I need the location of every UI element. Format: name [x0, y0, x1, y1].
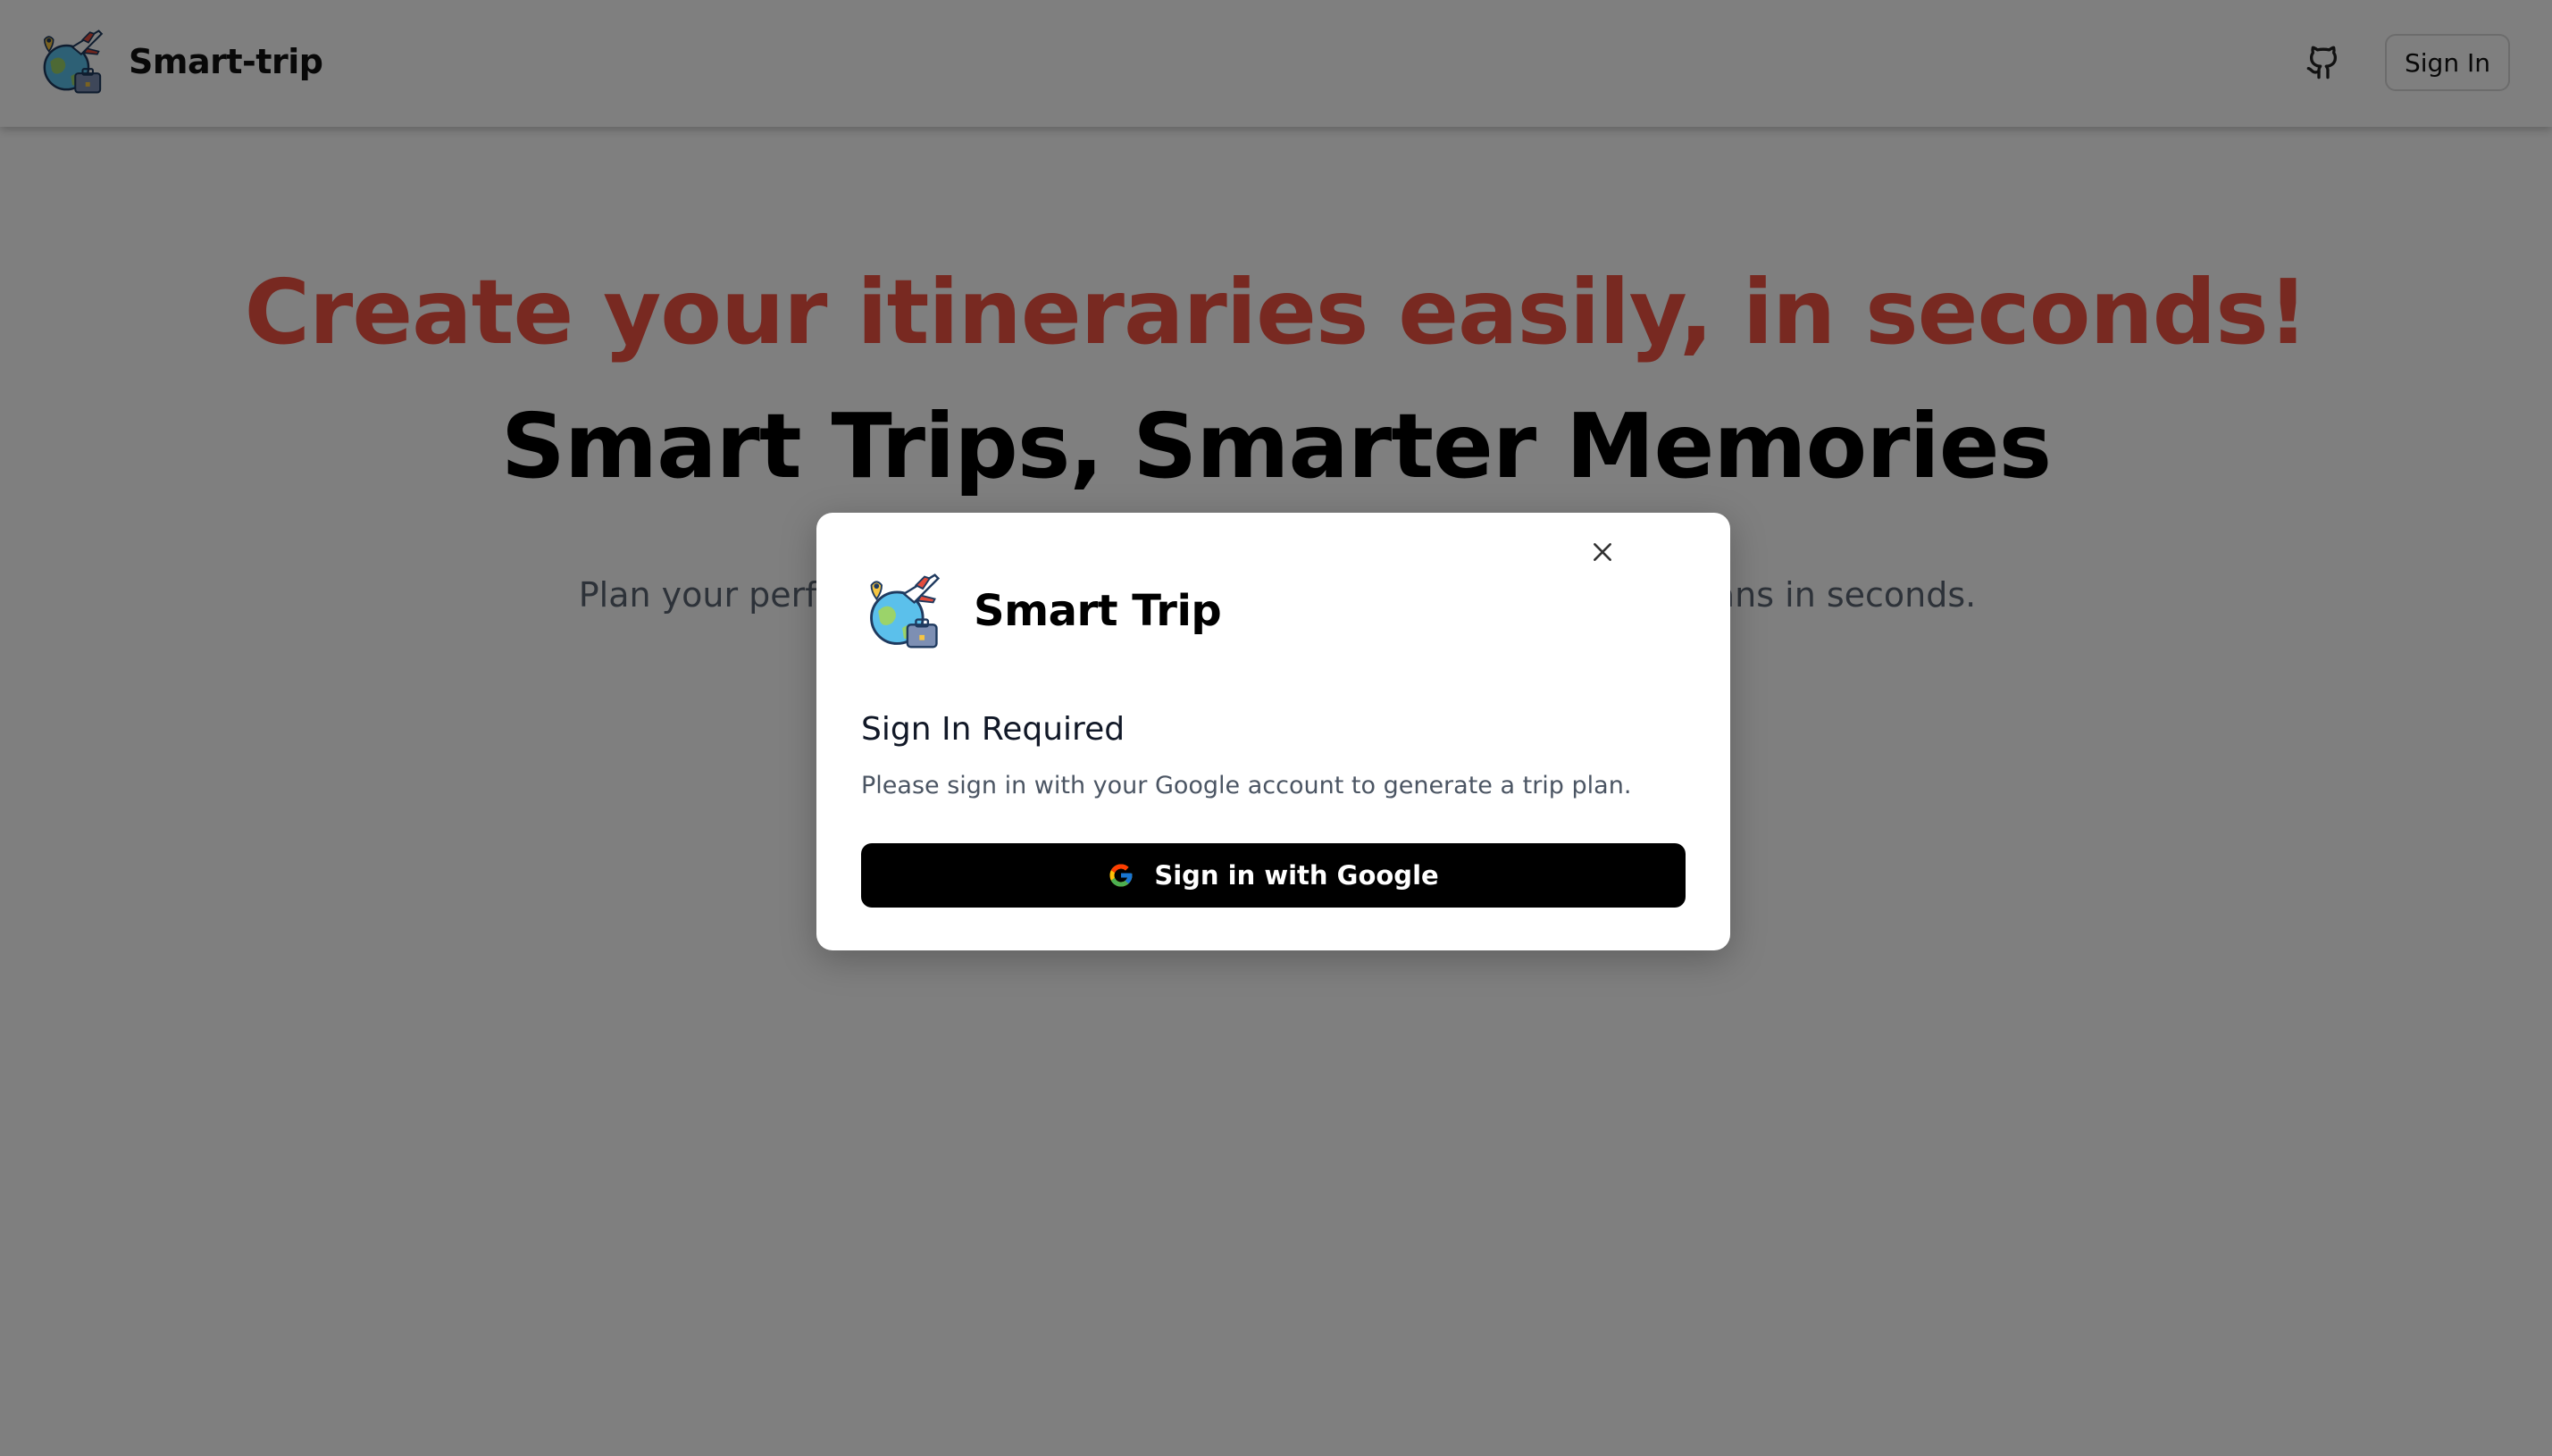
close-button[interactable] [1585, 534, 1620, 570]
close-icon [1594, 543, 1611, 561]
dialog-brand-name: Smart Trip [974, 586, 1222, 636]
globe-travel-logo-icon [870, 573, 941, 649]
dialog-description: Please sign in with your Google account … [861, 772, 1632, 799]
sign-in-with-google-label: Sign in with Google [1154, 860, 1439, 891]
dialog-title: Sign In Required [861, 711, 1125, 748]
page: Smart-trip Sign In Create your itinerari… [0, 0, 2552, 1456]
google-icon [1109, 864, 1133, 887]
sign-in-with-google-button[interactable]: Sign in with Google [861, 843, 1686, 908]
sign-in-dialog: Smart Trip Sign In Required Please sign … [816, 513, 1730, 950]
dialog-header: Smart Trip [861, 568, 1222, 654]
